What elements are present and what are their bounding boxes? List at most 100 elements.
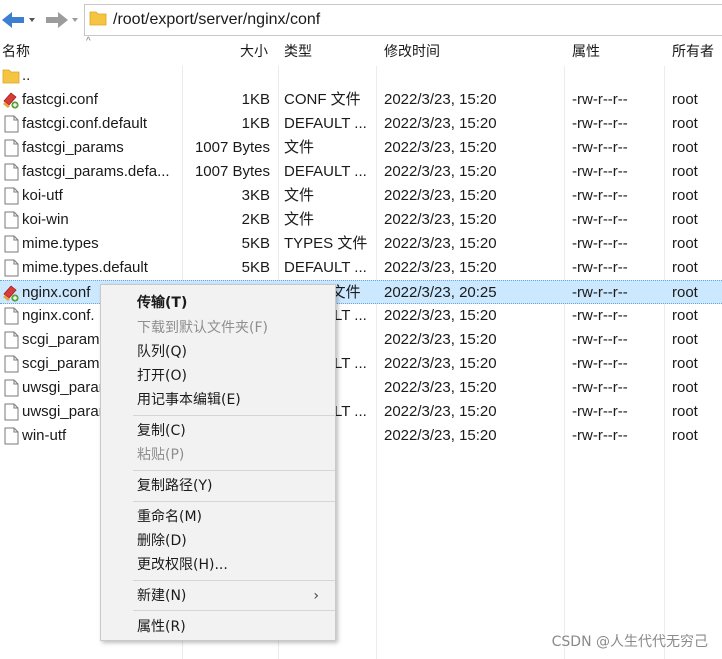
file-icon: [2, 115, 20, 133]
file-type: 文件: [284, 139, 315, 156]
menu-item-change-permissions[interactable]: 更改权限(H)...: [137, 554, 327, 576]
menu-item-transfer[interactable]: 传输(T): [137, 292, 327, 314]
file-row[interactable]: fastcgi_params.defa... 1007 Bytes DEFAULT …: [0, 160, 722, 184]
file-permissions: -rw-r--r--: [572, 331, 628, 348]
file-owner: root: [672, 211, 698, 228]
file-type: DEFAULT ...: [284, 115, 367, 132]
menu-item-copy[interactable]: 复制(C): [137, 420, 327, 442]
menu-item-edit-notepad[interactable]: 用记事本编辑(E): [137, 389, 327, 411]
file-type: DEFAULT ...: [284, 163, 367, 180]
menu-item-copy-path[interactable]: 复制路径(Y): [137, 475, 327, 497]
file-owner: root: [672, 91, 698, 108]
file-row[interactable]: koi-win 2KB 文件 2022/3/23, 15:20 -rw-r--r-- ro…: [0, 208, 722, 232]
file-row[interactable]: fastcgi.conf 1KB CONF 文件 2022/3/23, 15:20 -r…: [0, 88, 722, 112]
file-modified: 2022/3/23, 15:20: [384, 259, 497, 276]
file-size: 2KB: [241, 211, 270, 228]
menu-item-rename[interactable]: 重命名(M): [137, 506, 327, 528]
back-button[interactable]: [0, 8, 40, 32]
file-owner: root: [672, 187, 698, 204]
file-browser-window: /root/export/server/nginx/conf ^ 名称 大小 类…: [0, 0, 722, 659]
sort-ascending-icon: ^: [86, 36, 91, 47]
menu-item-paste[interactable]: 粘贴(P): [137, 444, 327, 466]
file-owner: root: [672, 163, 698, 180]
file-icon: [2, 427, 20, 445]
file-permissions: -rw-r--r--: [572, 307, 628, 324]
folder-icon: [89, 9, 107, 32]
watermark-text: CSDN @人生代代无穷己: [551, 634, 708, 650]
file-name: koi-utf: [22, 187, 63, 204]
file-icon: [2, 211, 20, 229]
file-row[interactable]: fastcgi.conf.default 1KB DEFAULT ... 2022/3…: [0, 112, 722, 136]
menu-separator: [133, 501, 335, 502]
file-modified: 2022/3/23, 15:20: [384, 379, 497, 396]
file-icon: [2, 403, 20, 421]
file-row[interactable]: mime.types 5KB TYPES 文件 2022/3/23, 15:20 -rw…: [0, 232, 722, 256]
path-field[interactable]: /root/export/server/nginx/conf: [84, 4, 722, 36]
column-header-permissions[interactable]: 属性: [572, 38, 600, 66]
file-modified: 2022/3/23, 15:20: [384, 115, 497, 132]
file-icon: [2, 379, 20, 397]
file-icon: [2, 307, 20, 325]
file-permissions: -rw-r--r--: [572, 211, 628, 228]
file-owner: root: [672, 427, 698, 444]
file-owner: root: [672, 235, 698, 252]
menu-item-download-default[interactable]: 下载到默认文件夹(F): [137, 317, 327, 339]
file-icon: [2, 331, 20, 349]
file-permissions: -rw-r--r--: [572, 427, 628, 444]
file-icon: [2, 259, 20, 277]
file-type: TYPES 文件: [284, 235, 368, 252]
file-size: 1007 Bytes: [194, 139, 270, 156]
folder-icon: [2, 67, 20, 85]
menu-item-properties[interactable]: 属性(R): [137, 616, 327, 638]
menu-separator: [133, 415, 335, 416]
file-owner: root: [672, 355, 698, 372]
menu-item-delete[interactable]: 删除(D): [137, 530, 327, 552]
file-name: fastcgi.conf.default: [22, 115, 148, 132]
back-arrow-icon: [0, 8, 40, 32]
file-owner: root: [672, 284, 698, 301]
column-header-size[interactable]: 大小: [240, 38, 268, 66]
file-name: mime.types.default: [22, 259, 148, 276]
file-size: 5KB: [241, 235, 270, 252]
file-permissions: -rw-r--r--: [572, 187, 628, 204]
file-owner: root: [672, 115, 698, 132]
column-header-row: ^ 名称 大小 类型 修改时间 属性 所有者: [0, 36, 722, 66]
file-row[interactable]: mime.types.default 5KB DEFAULT ... 2022/3/2…: [0, 256, 722, 280]
file-modified: 2022/3/23, 15:20: [384, 91, 497, 108]
file-owner: root: [672, 307, 698, 324]
file-modified: 2022/3/23, 20:25: [384, 284, 497, 301]
file-permissions: -rw-r--r--: [572, 379, 628, 396]
chevron-right-icon: ›: [313, 588, 319, 604]
file-type: [284, 64, 376, 88]
file-size: 3KB: [241, 187, 270, 204]
file-modified: 2022/3/23, 15:20: [384, 331, 497, 348]
file-owner: root: [672, 403, 698, 420]
file-row[interactable]: fastcgi_params 1007 Bytes 文件 2022/3/23, 15:…: [0, 136, 722, 160]
file-type: 文件: [284, 211, 315, 228]
menu-item-open[interactable]: 打开(O): [137, 365, 327, 387]
column-header-name[interactable]: 名称: [2, 38, 30, 66]
menu-item-new[interactable]: 新建(N) ›: [137, 585, 327, 607]
column-header-owner[interactable]: 所有者: [672, 38, 714, 66]
file-modified: 2022/3/23, 15:20: [384, 403, 497, 420]
column-header-type[interactable]: 类型: [284, 38, 312, 66]
menu-separator: [133, 580, 335, 581]
path-text: /root/export/server/nginx/conf: [113, 11, 321, 28]
menu-item-queue[interactable]: 队列(Q): [137, 341, 327, 363]
forward-button[interactable]: [44, 8, 84, 32]
file-row[interactable]: ..: [0, 64, 722, 88]
file-permissions: [572, 64, 664, 88]
menu-separator: [133, 470, 335, 471]
context-menu: 传输(T) 下载到默认文件夹(F) 队列(Q) 打开(O) 用记事本编辑(E) …: [100, 284, 336, 641]
file-name: mime.types: [22, 235, 99, 252]
column-header-modified[interactable]: 修改时间: [384, 38, 440, 66]
file-size: 1KB: [241, 115, 270, 132]
file-icon: [2, 163, 20, 181]
file-icon: [2, 355, 20, 373]
file-permissions: -rw-r--r--: [572, 91, 628, 108]
file-name: fastcgi_params.defa...: [22, 163, 170, 180]
file-modified: 2022/3/23, 15:20: [384, 187, 497, 204]
file-name: fastcgi.conf: [22, 91, 98, 108]
file-row[interactable]: koi-utf 3KB 文件 2022/3/23, 15:20 -rw-r--r-- ro…: [0, 184, 722, 208]
file-owner: root: [672, 139, 698, 156]
